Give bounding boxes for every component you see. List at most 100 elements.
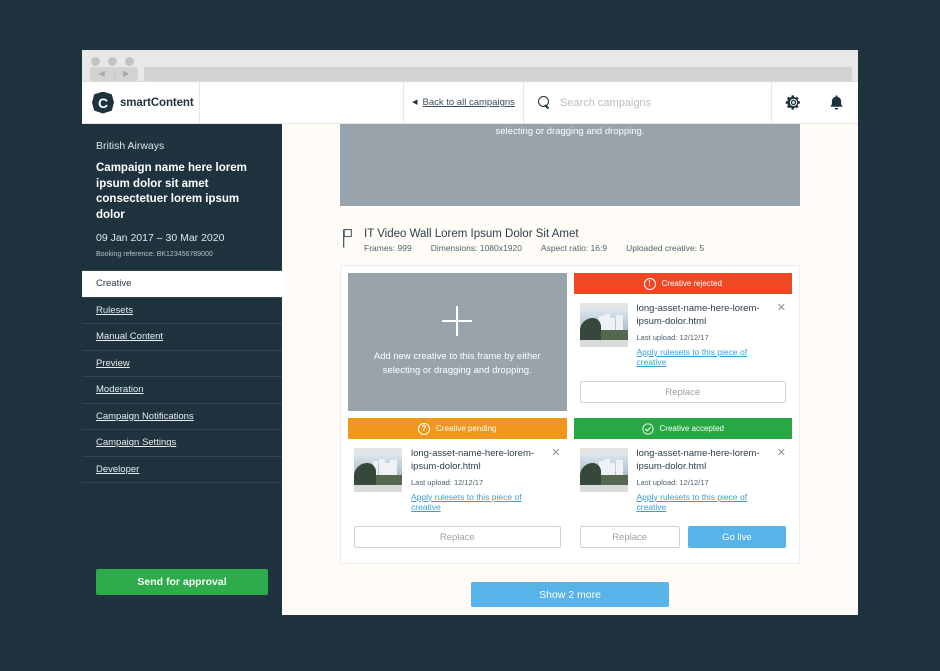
sidebar-item-preview[interactable]: Preview <box>82 351 282 378</box>
sidebar-nav: Creative Rulesets Manual Content Preview… <box>82 270 282 484</box>
add-creative-dropzone[interactable]: Add new creative to this frame by either… <box>348 273 567 411</box>
previous-frame-dropzone[interactable]: selecting or dragging and dropping. <box>340 124 800 206</box>
sidebar-item-campaign-settings[interactable]: Campaign Settings <box>82 430 282 457</box>
go-live-button[interactable]: Go live <box>687 526 786 548</box>
sidebar-item-label: Campaign Settings <box>96 437 177 449</box>
brand-logo[interactable]: C smartContent <box>82 82 200 123</box>
asset-name: long-asset-name-here-lorem-ipsum-dolor.h… <box>636 448 760 472</box>
apply-rulesets-link[interactable]: Apply rulesets to this piece of creative <box>411 492 540 512</box>
booking-reference: Booking reference: BK123456789000 <box>96 251 213 259</box>
sidebar-item-label: Rulesets <box>96 304 133 316</box>
status-badge-label: Creative pending <box>436 424 497 433</box>
creative-meta: long-asset-name-here-lorem-ipsum-dolor.h… <box>637 448 766 516</box>
sidebar: British Airways Campaign name here lorem… <box>82 124 282 615</box>
creative-meta: long-asset-name-here-lorem-ipsum-dolor.h… <box>411 448 540 516</box>
send-approval-container: Send for approval <box>82 569 282 615</box>
status-badge-label: Creative accepted <box>659 424 724 433</box>
sidebar-item-rulesets[interactable]: Rulesets <box>82 298 282 325</box>
close-icon[interactable]: ✕ <box>549 448 560 516</box>
creative-meta: long-asset-name-here-lorem-ipsum-dolor.h… <box>637 303 766 371</box>
show-more-button[interactable]: Show 2 more <box>471 582 669 607</box>
frame-stat-uploaded: Uploaded creative: 5 <box>626 243 705 253</box>
creative-body: long-asset-name-here-lorem-ipsum-dolor.h… <box>574 439 793 516</box>
chevron-left-icon: ◀ <box>412 99 418 106</box>
close-icon[interactable]: ✕ <box>774 448 786 516</box>
main-content: selecting or dragging and dropping. IT V… <box>282 124 858 615</box>
client-name: British Airways <box>96 140 165 152</box>
creative-thumbnail <box>579 448 628 492</box>
sidebar-item-label: Creative <box>96 278 132 290</box>
browser-url-bar[interactable] <box>144 67 852 81</box>
last-upload: Last upload: 12/12/17 <box>636 332 709 342</box>
sidebar-item-label: Developer <box>96 463 140 475</box>
back-to-campaigns[interactable]: ◀ Back to all campaigns <box>404 82 524 123</box>
creative-body: long-asset-name-here-lorem-ipsum-dolor.h… <box>574 294 793 371</box>
close-icon[interactable]: ✕ <box>774 303 786 371</box>
last-upload: Last upload: 12/12/17 <box>636 477 709 487</box>
sidebar-item-developer[interactable]: Developer <box>82 457 282 484</box>
apply-rulesets-link[interactable]: Apply rulesets to this piece of creative <box>637 347 766 367</box>
app-body: British Airways Campaign name here lorem… <box>82 124 858 615</box>
send-for-approval-button[interactable]: Send for approval <box>96 569 268 595</box>
app-header: C smartContent ◀ Back to all campaigns <box>82 82 858 124</box>
previous-frame-dropzone-text: selecting or dragging and dropping. <box>495 126 645 137</box>
add-creative-text: Add new creative to this frame by either… <box>373 351 541 376</box>
frame-title: IT Video Wall Lorem Ipsum Dolor Sit Amet <box>364 228 579 240</box>
asset-name: long-asset-name-here-lorem-ipsum-dolor.h… <box>636 303 760 327</box>
minimize-window-dot[interactable] <box>108 57 117 66</box>
creative-body: long-asset-name-here-lorem-ipsum-dolor.h… <box>348 439 567 516</box>
brand-name: smartContent <box>120 96 194 109</box>
browser-chrome: ◀ ▶ <box>82 50 858 82</box>
creatives-grid: Add new creative to this frame by either… <box>340 265 800 564</box>
creative-actions: Replace Go live <box>574 516 793 556</box>
frame-stat-frames: Frames: 999 <box>364 243 412 253</box>
bell-icon <box>830 95 843 110</box>
search-input[interactable] <box>560 96 740 109</box>
campaign-summary: British Airways Campaign name here lorem… <box>82 124 282 270</box>
settings-button[interactable] <box>772 82 815 123</box>
window-traffic-lights <box>91 57 134 66</box>
status-badge-rejected: ! Creative rejected <box>573 273 792 294</box>
search-campaigns-box[interactable] <box>524 82 772 123</box>
campaign-title: Campaign name here lorem ipsum dolor sit… <box>96 162 247 221</box>
show-more-container: Show 2 more <box>340 564 800 607</box>
creative-thumbnail <box>354 448 402 492</box>
sidebar-item-manual-content[interactable]: Manual Content <box>82 324 282 351</box>
replace-button[interactable]: Replace <box>579 381 786 403</box>
sidebar-item-campaign-notifications[interactable]: Campaign Notifications <box>82 404 282 431</box>
check-circle-icon <box>641 422 654 435</box>
search-icon <box>538 96 551 109</box>
frame-heading: IT Video Wall Lorem Ipsum Dolor Sit Amet… <box>340 206 800 265</box>
smartcontent-logo-icon: C <box>92 91 114 114</box>
notifications-button[interactable] <box>815 82 858 123</box>
creative-card-accepted: Creative accepted long-asset-name-here-l… <box>573 418 793 556</box>
sidebar-item-label: Campaign Notifications <box>96 410 194 422</box>
sidebar-item-label: Preview <box>96 357 130 369</box>
browser-nav-buttons: ◀ ▶ <box>90 67 138 81</box>
campaign-dates: 09 Jan 2017 – 30 Mar 2020 <box>96 232 225 245</box>
creative-actions: Replace <box>348 516 567 556</box>
sidebar-item-label: Moderation <box>96 384 144 396</box>
browser-window: ◀ ▶ C smartContent ◀ Back to all campaig… <box>82 50 858 615</box>
sidebar-filler <box>82 483 282 569</box>
close-window-dot[interactable] <box>91 57 100 66</box>
exclamation-icon: ! <box>643 277 656 290</box>
creative-card-rejected: ! Creative rejected long-asset-name-here… <box>573 273 793 411</box>
frame-stats: Frames: 999 Dimensions: 1080x1920 Aspect… <box>364 243 704 253</box>
question-icon: ? <box>418 422 430 435</box>
replace-button[interactable]: Replace <box>579 526 680 548</box>
sidebar-item-moderation[interactable]: Moderation <box>82 377 282 404</box>
back-arrow-icon[interactable]: ◀ <box>90 70 115 78</box>
sidebar-item-label: Manual Content <box>96 331 164 343</box>
flag-icon <box>343 229 352 248</box>
back-to-campaigns-label: Back to all campaigns <box>422 97 515 108</box>
status-badge-accepted: Creative accepted <box>573 418 792 439</box>
apply-rulesets-link[interactable]: Apply rulesets to this piece of creative <box>637 492 766 512</box>
replace-button[interactable]: Replace <box>354 526 561 548</box>
status-badge-pending: ? Creative pending <box>348 418 567 439</box>
creative-card-pending: ? Creative pending long-asset-name-here-… <box>348 418 567 556</box>
forward-arrow-icon[interactable]: ▶ <box>115 70 139 78</box>
status-badge-label: Creative rejected <box>661 279 722 288</box>
sidebar-item-creative[interactable]: Creative <box>82 271 282 298</box>
maximize-window-dot[interactable] <box>125 57 134 66</box>
